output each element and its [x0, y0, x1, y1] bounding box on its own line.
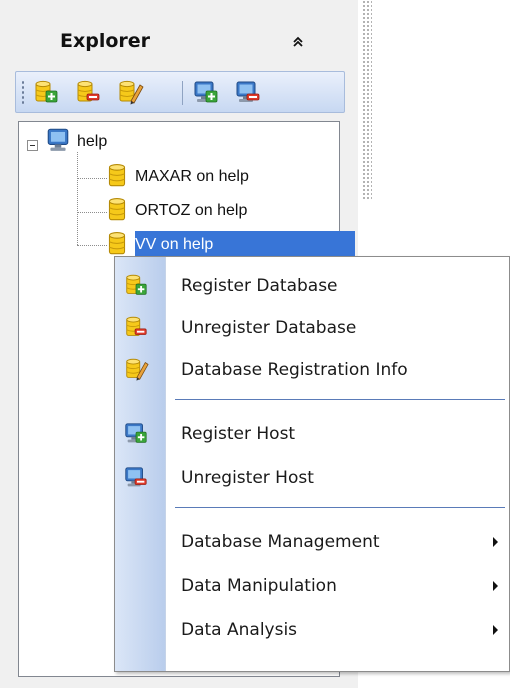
menu-item-data-manipulation[interactable]: Data Manipulation: [115, 565, 510, 607]
menu-item-label: Data Analysis: [181, 620, 298, 640]
database-icon: [108, 232, 126, 255]
register-host-icon: [194, 81, 218, 103]
register-host-icon: [125, 423, 147, 443]
host-computer-icon: [47, 128, 69, 152]
tree-node-label: help: [77, 133, 108, 150]
unregister-database-icon: [126, 316, 147, 336]
unregister-database-button[interactable]: [74, 79, 102, 107]
menu-separator: [175, 399, 505, 400]
menu-item-label: Unregister Host: [181, 468, 314, 488]
database-registration-info-icon: [126, 358, 149, 382]
context-menu: Register Database Unregister Database Da…: [114, 256, 510, 672]
submenu-arrow-icon: [493, 581, 498, 591]
collapse-node-icon[interactable]: [27, 140, 38, 151]
unregister-host-icon: [125, 467, 147, 487]
explorer-toolbar: [15, 71, 345, 113]
tree-node-label: VV on help: [135, 236, 214, 253]
tree-node-database[interactable]: MAXAR on help: [105, 162, 335, 188]
register-database-icon: [126, 274, 147, 295]
menu-item-label: Database Management: [181, 532, 380, 552]
unregister-host-icon: [236, 81, 260, 103]
menu-item-unregister-host[interactable]: Unregister Host: [115, 457, 510, 499]
tree-connector: [77, 212, 107, 213]
menu-item-database-registration-info[interactable]: Database Registration Info: [115, 349, 510, 391]
unregister-database-icon: [77, 80, 100, 102]
menu-item-register-host[interactable]: Register Host: [115, 413, 510, 455]
menu-item-label: Data Manipulation: [181, 576, 337, 596]
register-database-icon: [35, 80, 58, 103]
menu-item-label: Unregister Database: [181, 318, 357, 338]
database-icon: [108, 164, 126, 187]
explorer-title: Explorer: [60, 30, 151, 52]
register-host-button[interactable]: [192, 79, 220, 107]
tree-connector: [77, 178, 107, 179]
tree-node-database[interactable]: ORTOZ on help: [105, 196, 335, 222]
toolbar-separator: [182, 81, 183, 105]
tree-connector: [77, 152, 78, 245]
tree-node-label: ORTOZ on help: [135, 202, 248, 219]
unregister-host-button[interactable]: [234, 79, 262, 107]
register-database-button[interactable]: [32, 79, 60, 107]
tree-node-database-selected[interactable]: VV on help: [105, 230, 335, 256]
panel-splitter[interactable]: [362, 0, 372, 200]
menu-item-label: Register Host: [181, 424, 296, 444]
menu-item-label: Register Database: [181, 276, 338, 296]
database-registration-info-icon: [119, 80, 144, 105]
database-icon: [108, 198, 126, 221]
tree-node-label: MAXAR on help: [135, 168, 249, 185]
menu-item-label: Database Registration Info: [181, 360, 408, 380]
tree-connector: [77, 245, 107, 246]
submenu-arrow-icon: [493, 537, 498, 547]
double-chevron-up-icon[interactable]: [290, 34, 306, 50]
menu-separator: [175, 507, 505, 508]
menu-item-database-management[interactable]: Database Management: [115, 521, 510, 563]
menu-item-data-analysis[interactable]: Data Analysis: [115, 609, 510, 651]
tree-node-host[interactable]: help: [19, 126, 139, 152]
submenu-arrow-icon: [493, 625, 498, 635]
menu-item-register-database[interactable]: Register Database: [115, 265, 510, 307]
toolbar-grip-icon[interactable]: [21, 80, 25, 106]
menu-item-unregister-database[interactable]: Unregister Database: [115, 307, 510, 349]
database-registration-info-button[interactable]: [116, 79, 144, 107]
